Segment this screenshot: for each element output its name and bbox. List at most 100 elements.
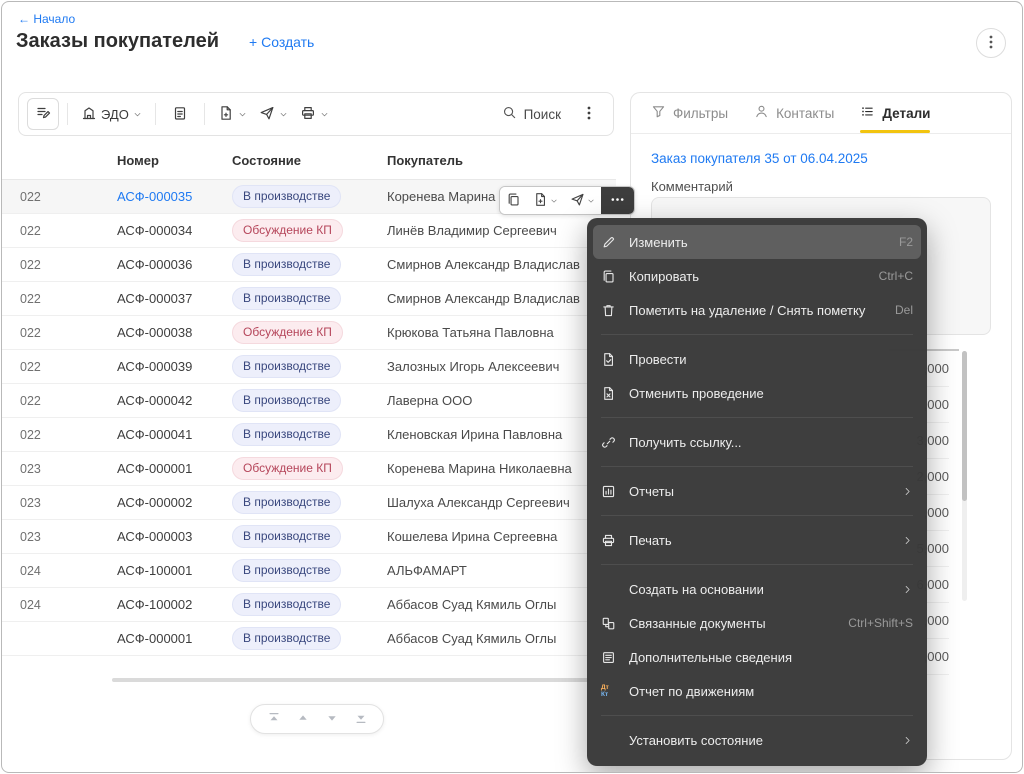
search-icon: [502, 105, 517, 123]
row-send-button[interactable]: [564, 187, 601, 214]
back-link[interactable]: ← Начало: [18, 12, 75, 26]
menu-item-label: Пометить на удаление / Снять пометку: [629, 302, 866, 318]
horizontal-scrollbar[interactable]: [112, 678, 590, 682]
table-row[interactable]: 023 АСФ-000003 В производстве Кошелева Ирин…: [2, 520, 616, 554]
table-row[interactable]: АСФ-000001 В производстве Аббасов Суад Кям…: [2, 622, 616, 656]
edo-button[interactable]: ЭДО: [76, 98, 147, 130]
menu-item[interactable]: Дополнительные сведения: [587, 640, 927, 674]
menu-item[interactable]: Печать: [587, 523, 927, 557]
cell-number: АСФ-000001: [117, 631, 193, 646]
cell-date: 024: [20, 597, 41, 612]
cell-state: В производстве: [217, 423, 372, 446]
cell-date: 023: [20, 461, 41, 476]
status-badge: В производстве: [232, 423, 342, 446]
tab-filters[interactable]: Фильтры: [651, 93, 728, 133]
status-badge: Обсуждение КП: [232, 219, 343, 242]
column-state[interactable]: Состояние: [217, 153, 372, 168]
edo-label: ЭДО: [101, 106, 129, 122]
menu-item[interactable]: Пометить на удаление / Снять пометку Del: [587, 293, 927, 327]
menu-item[interactable]: Отменить проведение: [587, 376, 927, 410]
list-icon: [601, 649, 619, 665]
menu-item[interactable]: Получить ссылку...: [587, 425, 927, 459]
table-row[interactable]: 022 АСФ-000042 В производстве Лаверна ООО: [2, 384, 616, 418]
vertical-scrollbar[interactable]: [962, 351, 967, 601]
previous-page-button[interactable]: [296, 711, 310, 728]
menu-item[interactable]: Отчеты: [587, 474, 927, 508]
row-more-button[interactable]: [601, 187, 634, 214]
column-customer[interactable]: Покупатель: [372, 153, 616, 168]
menu-item-label: Создать на основании: [629, 581, 764, 597]
cell-state: В производстве: [217, 287, 372, 310]
table-header: Номер Состояние Покупатель: [2, 142, 616, 180]
row-copy-button[interactable]: [500, 187, 527, 214]
printer-icon: [601, 532, 619, 548]
cell-state: В производстве: [217, 559, 372, 582]
menu-item[interactable]: Дт Кт Отчет по движениям: [587, 674, 927, 708]
menu-item[interactable]: Связанные документы Ctrl+Shift+S: [587, 606, 927, 640]
table-row[interactable]: 022 АСФ-000036 В производстве Смирнов Алекс…: [2, 248, 616, 282]
table-row[interactable]: 024 АСФ-100001 В производстве АЛЬФАМАРТ: [2, 554, 616, 588]
table-row[interactable]: 022 АСФ-000038 Обсуждение КП Крюкова Татьян…: [2, 316, 616, 350]
menu-shortcut: Ctrl+Shift+S: [848, 616, 913, 630]
menu-item[interactable]: Создать на основании: [587, 572, 927, 606]
toolbar-separator: [203, 103, 205, 125]
chevron-down-icon: [279, 110, 288, 119]
search-button[interactable]: Поиск: [502, 105, 561, 123]
menu-divider: [601, 564, 913, 565]
tab-contacts[interactable]: Контакты: [754, 93, 834, 133]
scrollbar-thumb[interactable]: [962, 351, 967, 501]
menu-item[interactable]: Копировать Ctrl+C: [587, 259, 927, 293]
pagination: [250, 704, 384, 734]
edit-list-button[interactable]: [27, 98, 59, 130]
document-link[interactable]: Заказ покупателя 35 от 06.04.2025: [651, 151, 868, 166]
menu-item[interactable]: Провести: [587, 342, 927, 376]
cell-customer: АЛЬФАМАРТ: [387, 563, 467, 578]
go-last-button[interactable]: [354, 711, 368, 728]
cell-date: 022: [20, 291, 41, 306]
table-row[interactable]: 024 АСФ-100002 В производстве Аббасов Суад …: [2, 588, 616, 622]
menu-item-label: Печать: [629, 532, 672, 548]
menu-item-label: Копировать: [629, 268, 699, 284]
context-menu: Изменить F2 Копировать Ctrl+C Пометить на уд…: [587, 218, 927, 766]
chevron-right-icon: [902, 535, 913, 546]
cell-customer: Смирнов Александр Владислав: [387, 257, 580, 272]
cell-number: АСФ-000034: [117, 223, 193, 238]
table-row[interactable]: 022 АСФ-000034 Обсуждение КП Линёв Владимир…: [2, 214, 616, 248]
create-based-on-button[interactable]: [213, 98, 252, 130]
column-number[interactable]: Номер: [102, 153, 217, 168]
table-row[interactable]: 022 АСФ-000037 В производстве Смирнов Алекс…: [2, 282, 616, 316]
post-button[interactable]: [164, 98, 196, 130]
tab-details[interactable]: Детали: [860, 93, 931, 133]
menu-item-label: Провести: [629, 351, 687, 367]
table-row[interactable]: 022 АСФ-000039 В производстве Залозных Игор…: [2, 350, 616, 384]
go-first-button[interactable]: [267, 711, 281, 728]
ellipsis-icon: [610, 192, 625, 210]
table-row[interactable]: 023 АСФ-000001 Обсуждение КП Коренева Марин…: [2, 452, 616, 486]
menu-divider: [601, 515, 913, 516]
row-create-based-on-button[interactable]: [527, 187, 564, 214]
copy-icon: [601, 268, 619, 284]
cell-number: АСФ-000042: [117, 393, 193, 408]
create-button[interactable]: + Создать: [249, 34, 314, 50]
cell-date: 022: [20, 359, 41, 374]
menu-item[interactable]: Изменить F2: [593, 225, 921, 259]
table-row[interactable]: 022 АСФ-000041 В производстве Кленовская Ир…: [2, 418, 616, 452]
table-row[interactable]: 023 АСФ-000002 В производстве Шалуха Алекса…: [2, 486, 616, 520]
no-icon: [601, 581, 619, 597]
cell-customer: Коренева Марина Николаевна: [387, 461, 572, 476]
print-button[interactable]: [295, 98, 334, 130]
menu-item-label: Отменить проведение: [629, 385, 764, 401]
window-menu-button[interactable]: [976, 28, 1006, 58]
dtkt-icon: Дт Кт: [601, 683, 609, 698]
next-page-button[interactable]: [325, 711, 339, 728]
menu-item[interactable]: Установить состояние: [587, 723, 927, 757]
send-icon: [259, 105, 275, 124]
doc-plus-icon: [533, 192, 548, 210]
details-icon: [860, 104, 875, 122]
cell-date: 022: [20, 325, 41, 340]
toolbar-more-button[interactable]: [573, 98, 605, 130]
tab-label: Детали: [882, 105, 931, 121]
status-badge: В производстве: [232, 253, 342, 276]
send-button[interactable]: [254, 98, 293, 130]
menu-divider: [601, 466, 913, 467]
